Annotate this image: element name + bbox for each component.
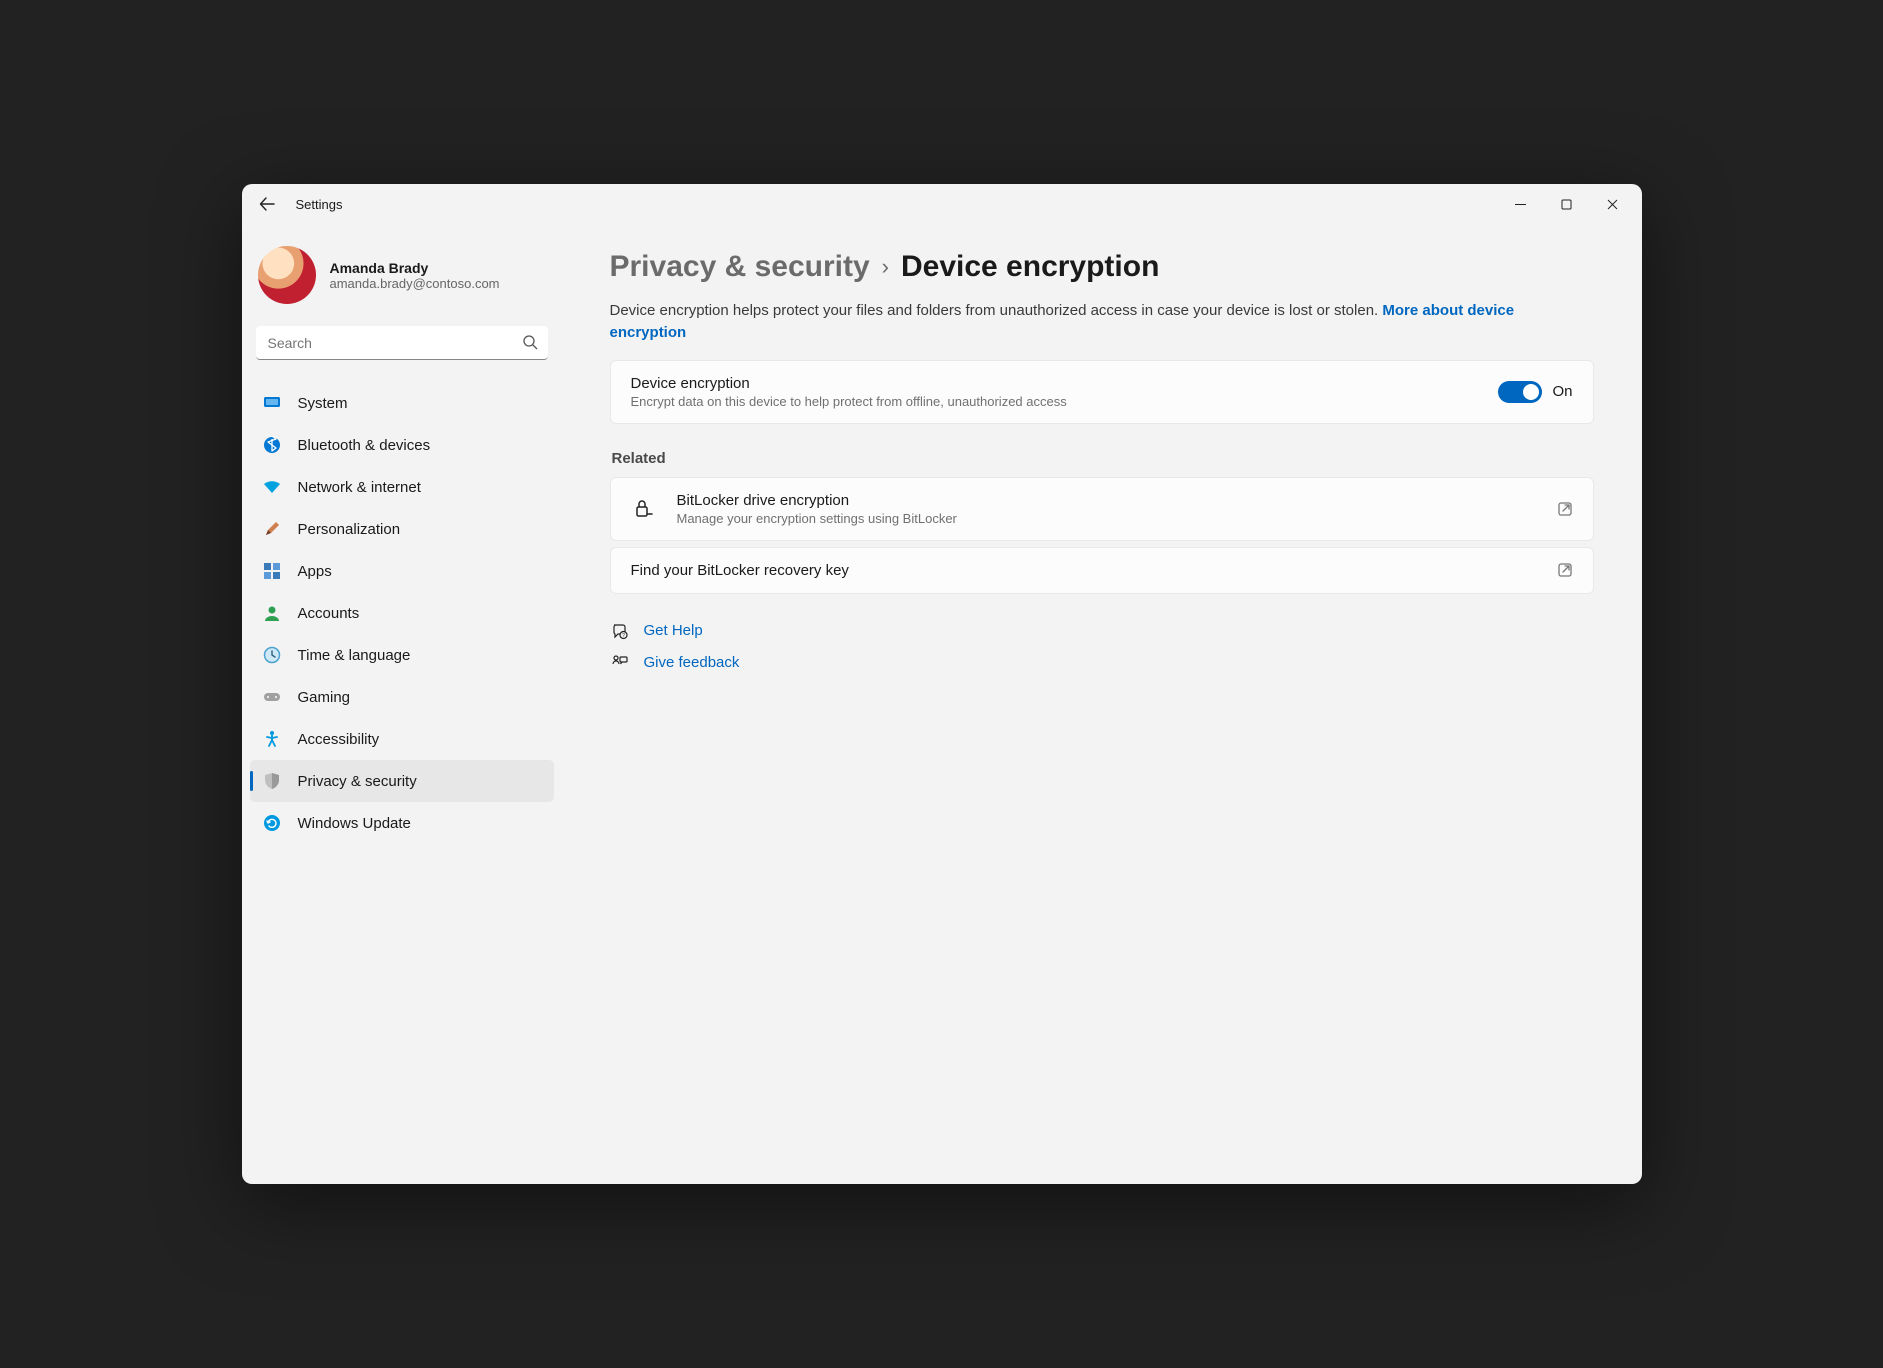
sidebar-item-label: Accessibility xyxy=(298,731,380,748)
sidebar-item-privacy-security[interactable]: Privacy & security xyxy=(250,760,554,802)
gamepad-icon xyxy=(262,687,282,707)
encryption-card: Device encryption Encrypt data on this d… xyxy=(610,360,1594,424)
give-feedback-label: Give feedback xyxy=(644,654,740,671)
sidebar-item-label: System xyxy=(298,395,348,412)
recovery-key-card[interactable]: Find your BitLocker recovery key xyxy=(610,547,1594,594)
external-link-icon xyxy=(1557,562,1573,578)
sidebar-item-label: Windows Update xyxy=(298,815,411,832)
sidebar-item-windows-update[interactable]: Windows Update xyxy=(250,802,554,844)
person-icon xyxy=(262,603,282,623)
sidebar-item-label: Privacy & security xyxy=(298,773,417,790)
close-button[interactable] xyxy=(1590,188,1636,220)
description-text: Device encryption helps protect your fil… xyxy=(610,302,1383,319)
sidebar-item-label: Apps xyxy=(298,563,332,580)
sidebar-item-personalization[interactable]: Personalization xyxy=(250,508,554,550)
search-input[interactable] xyxy=(256,326,548,360)
arrow-left-icon xyxy=(259,196,275,212)
update-icon xyxy=(262,813,282,833)
nav-list: System Bluetooth & devices Network & inter… xyxy=(250,372,554,844)
sidebar-item-bluetooth-devices[interactable]: Bluetooth & devices xyxy=(250,424,554,466)
get-help-link[interactable]: ? Get Help xyxy=(610,622,1594,640)
sidebar-item-label: Accounts xyxy=(298,605,360,622)
recovery-key-title: Find your BitLocker recovery key xyxy=(631,562,1537,579)
sidebar-item-apps[interactable]: Apps xyxy=(250,550,554,592)
titlebar: Settings xyxy=(242,184,1642,224)
brush-icon xyxy=(262,519,282,539)
maximize-button[interactable] xyxy=(1544,188,1590,220)
encryption-title: Device encryption xyxy=(631,375,1479,392)
accessibility-icon xyxy=(262,729,282,749)
related-label: Related xyxy=(612,450,1594,467)
settings-window: Settings Amanda Brady amanda.brady@conto… xyxy=(242,184,1642,1184)
search-icon xyxy=(522,334,538,350)
chevron-right-icon: › xyxy=(882,254,889,280)
sidebar-item-label: Bluetooth & devices xyxy=(298,437,431,454)
help-icon: ? xyxy=(610,622,630,640)
minimize-icon xyxy=(1515,199,1526,210)
get-help-label: Get Help xyxy=(644,622,703,639)
sidebar-item-label: Network & internet xyxy=(298,479,421,496)
back-button[interactable] xyxy=(256,193,278,215)
svg-text:?: ? xyxy=(622,633,625,639)
sidebar-item-network-internet[interactable]: Network & internet xyxy=(250,466,554,508)
breadcrumb-current: Device encryption xyxy=(901,250,1159,284)
profile-block[interactable]: Amanda Brady amanda.brady@contoso.com xyxy=(250,234,554,322)
profile-email: amanda.brady@contoso.com xyxy=(330,276,500,291)
bitlocker-card[interactable]: BitLocker drive encryption Manage your e… xyxy=(610,477,1594,541)
bitlocker-subtitle: Manage your encryption settings using Bi… xyxy=(677,511,1537,526)
wifi-icon xyxy=(262,477,282,497)
search-box xyxy=(256,326,548,360)
sidebar-item-label: Personalization xyxy=(298,521,401,538)
minimize-button[interactable] xyxy=(1498,188,1544,220)
external-link-icon xyxy=(1557,501,1573,517)
encryption-toggle[interactable] xyxy=(1498,381,1542,403)
bitlocker-title: BitLocker drive encryption xyxy=(677,492,1537,509)
breadcrumb: Privacy & security › Device encryption xyxy=(610,250,1594,284)
sidebar: Amanda Brady amanda.brady@contoso.com Sy… xyxy=(242,224,562,1184)
display-icon xyxy=(262,393,282,413)
sidebar-item-label: Gaming xyxy=(298,689,351,706)
encryption-subtitle: Encrypt data on this device to help prot… xyxy=(631,394,1479,409)
encryption-toggle-state: On xyxy=(1552,383,1572,400)
bluetooth-icon xyxy=(262,435,282,455)
sidebar-item-accessibility[interactable]: Accessibility xyxy=(250,718,554,760)
apps-icon xyxy=(262,561,282,581)
avatar xyxy=(258,246,316,304)
breadcrumb-parent[interactable]: Privacy & security xyxy=(610,250,870,284)
footer-links: ? Get Help Give feedback xyxy=(610,622,1594,672)
sidebar-item-time-language[interactable]: Time & language xyxy=(250,634,554,676)
main-content: Privacy & security › Device encryption D… xyxy=(562,224,1642,1184)
feedback-icon xyxy=(610,654,630,672)
window-title: Settings xyxy=(296,197,343,212)
page-description: Device encryption helps protect your fil… xyxy=(610,300,1550,344)
sidebar-item-gaming[interactable]: Gaming xyxy=(250,676,554,718)
give-feedback-link[interactable]: Give feedback xyxy=(610,654,1594,672)
shield-icon xyxy=(262,771,282,791)
sidebar-item-label: Time & language xyxy=(298,647,411,664)
sidebar-item-system[interactable]: System xyxy=(250,382,554,424)
lock-icon xyxy=(631,498,657,520)
maximize-icon xyxy=(1561,199,1572,210)
profile-name: Amanda Brady xyxy=(330,260,500,276)
close-icon xyxy=(1607,199,1618,210)
sidebar-item-accounts[interactable]: Accounts xyxy=(250,592,554,634)
clock-icon xyxy=(262,645,282,665)
